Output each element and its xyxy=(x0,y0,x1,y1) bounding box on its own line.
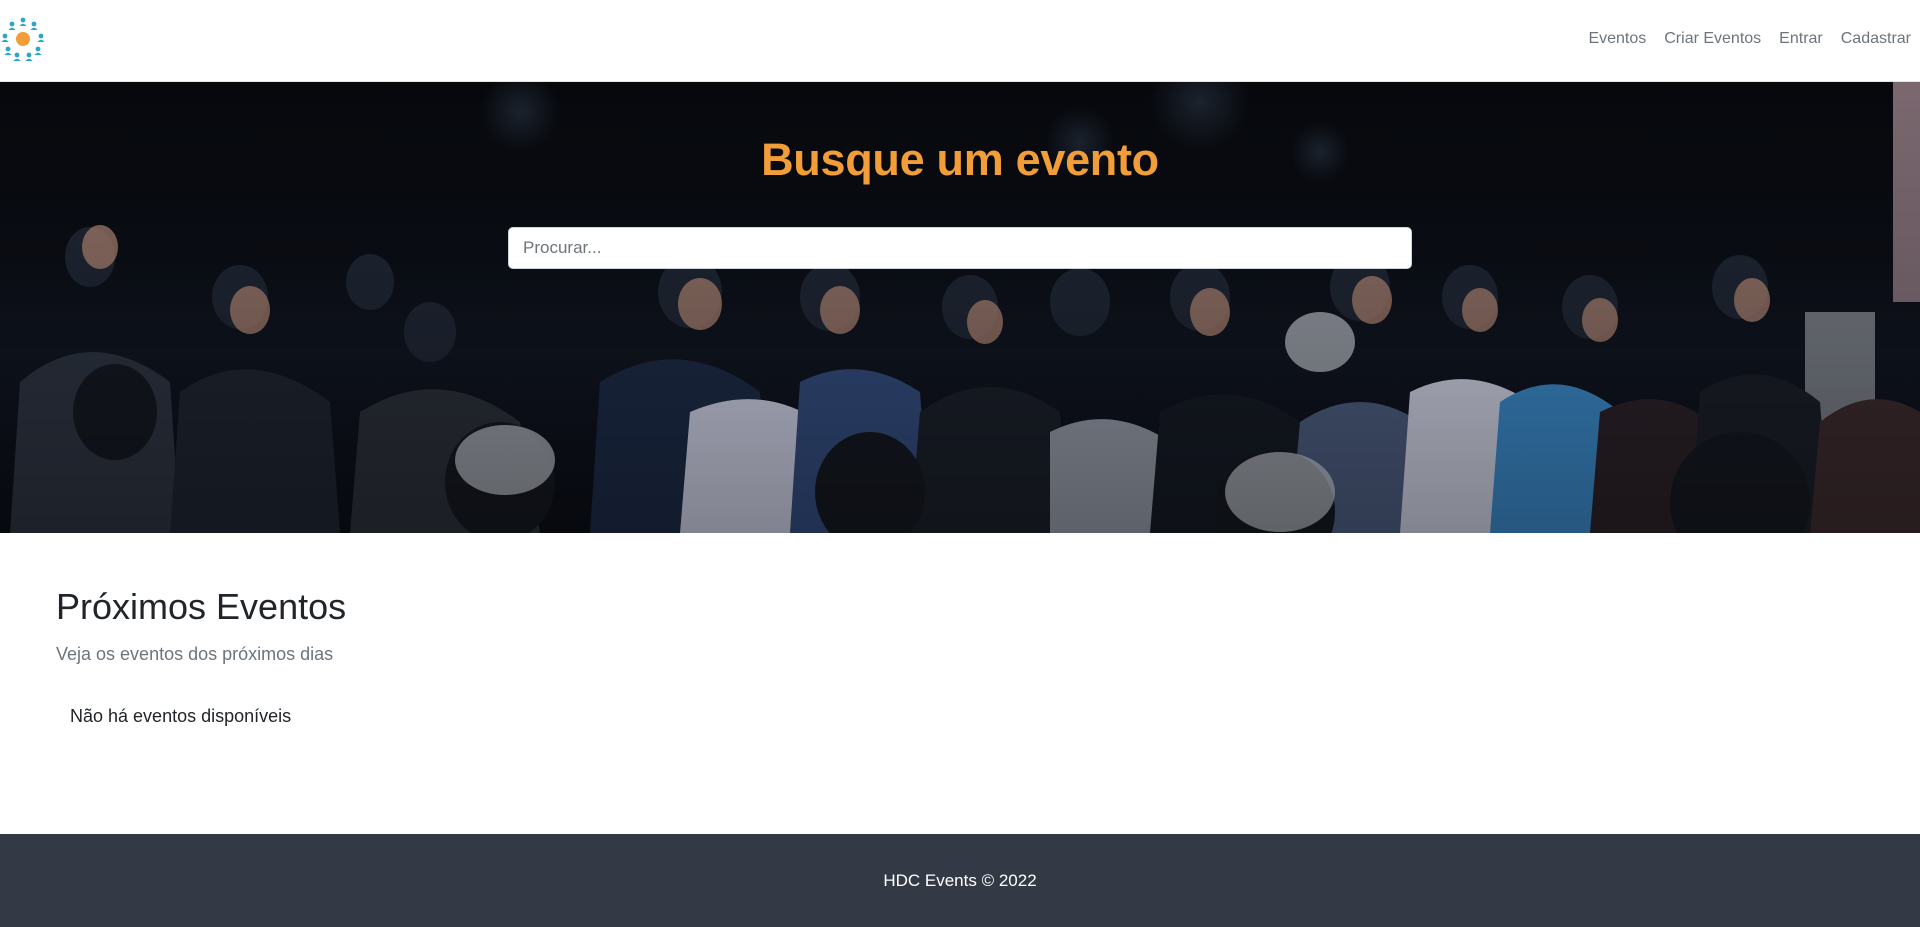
nav-link-cadastrar[interactable]: Cadastrar xyxy=(1841,30,1911,48)
footer: HDC Events © 2022 xyxy=(0,834,1920,927)
nav-link-eventos[interactable]: Eventos xyxy=(1588,30,1646,48)
nav-link-criar-eventos[interactable]: Criar Eventos xyxy=(1664,30,1761,48)
section-subtitle: Veja os eventos dos próximos dias xyxy=(56,644,334,664)
nav-link-entrar[interactable]: Entrar xyxy=(1779,30,1823,48)
section-title: Próximos Eventos xyxy=(56,586,347,627)
footer-text: HDC Events © 2022 xyxy=(883,870,1037,890)
navbar: Eventos Criar Eventos Entrar Cadastrar xyxy=(0,0,1920,82)
empty-events-message: Não há eventos disponíveis xyxy=(70,706,292,726)
hero-banner: Busque um evento xyxy=(0,82,1920,533)
people-network-logo-icon[interactable] xyxy=(0,16,46,62)
main-nav: Eventos Criar Eventos Entrar Cadastrar xyxy=(1588,0,1911,78)
hero-title: Busque um evento xyxy=(761,134,1159,185)
search-input[interactable] xyxy=(508,227,1412,269)
